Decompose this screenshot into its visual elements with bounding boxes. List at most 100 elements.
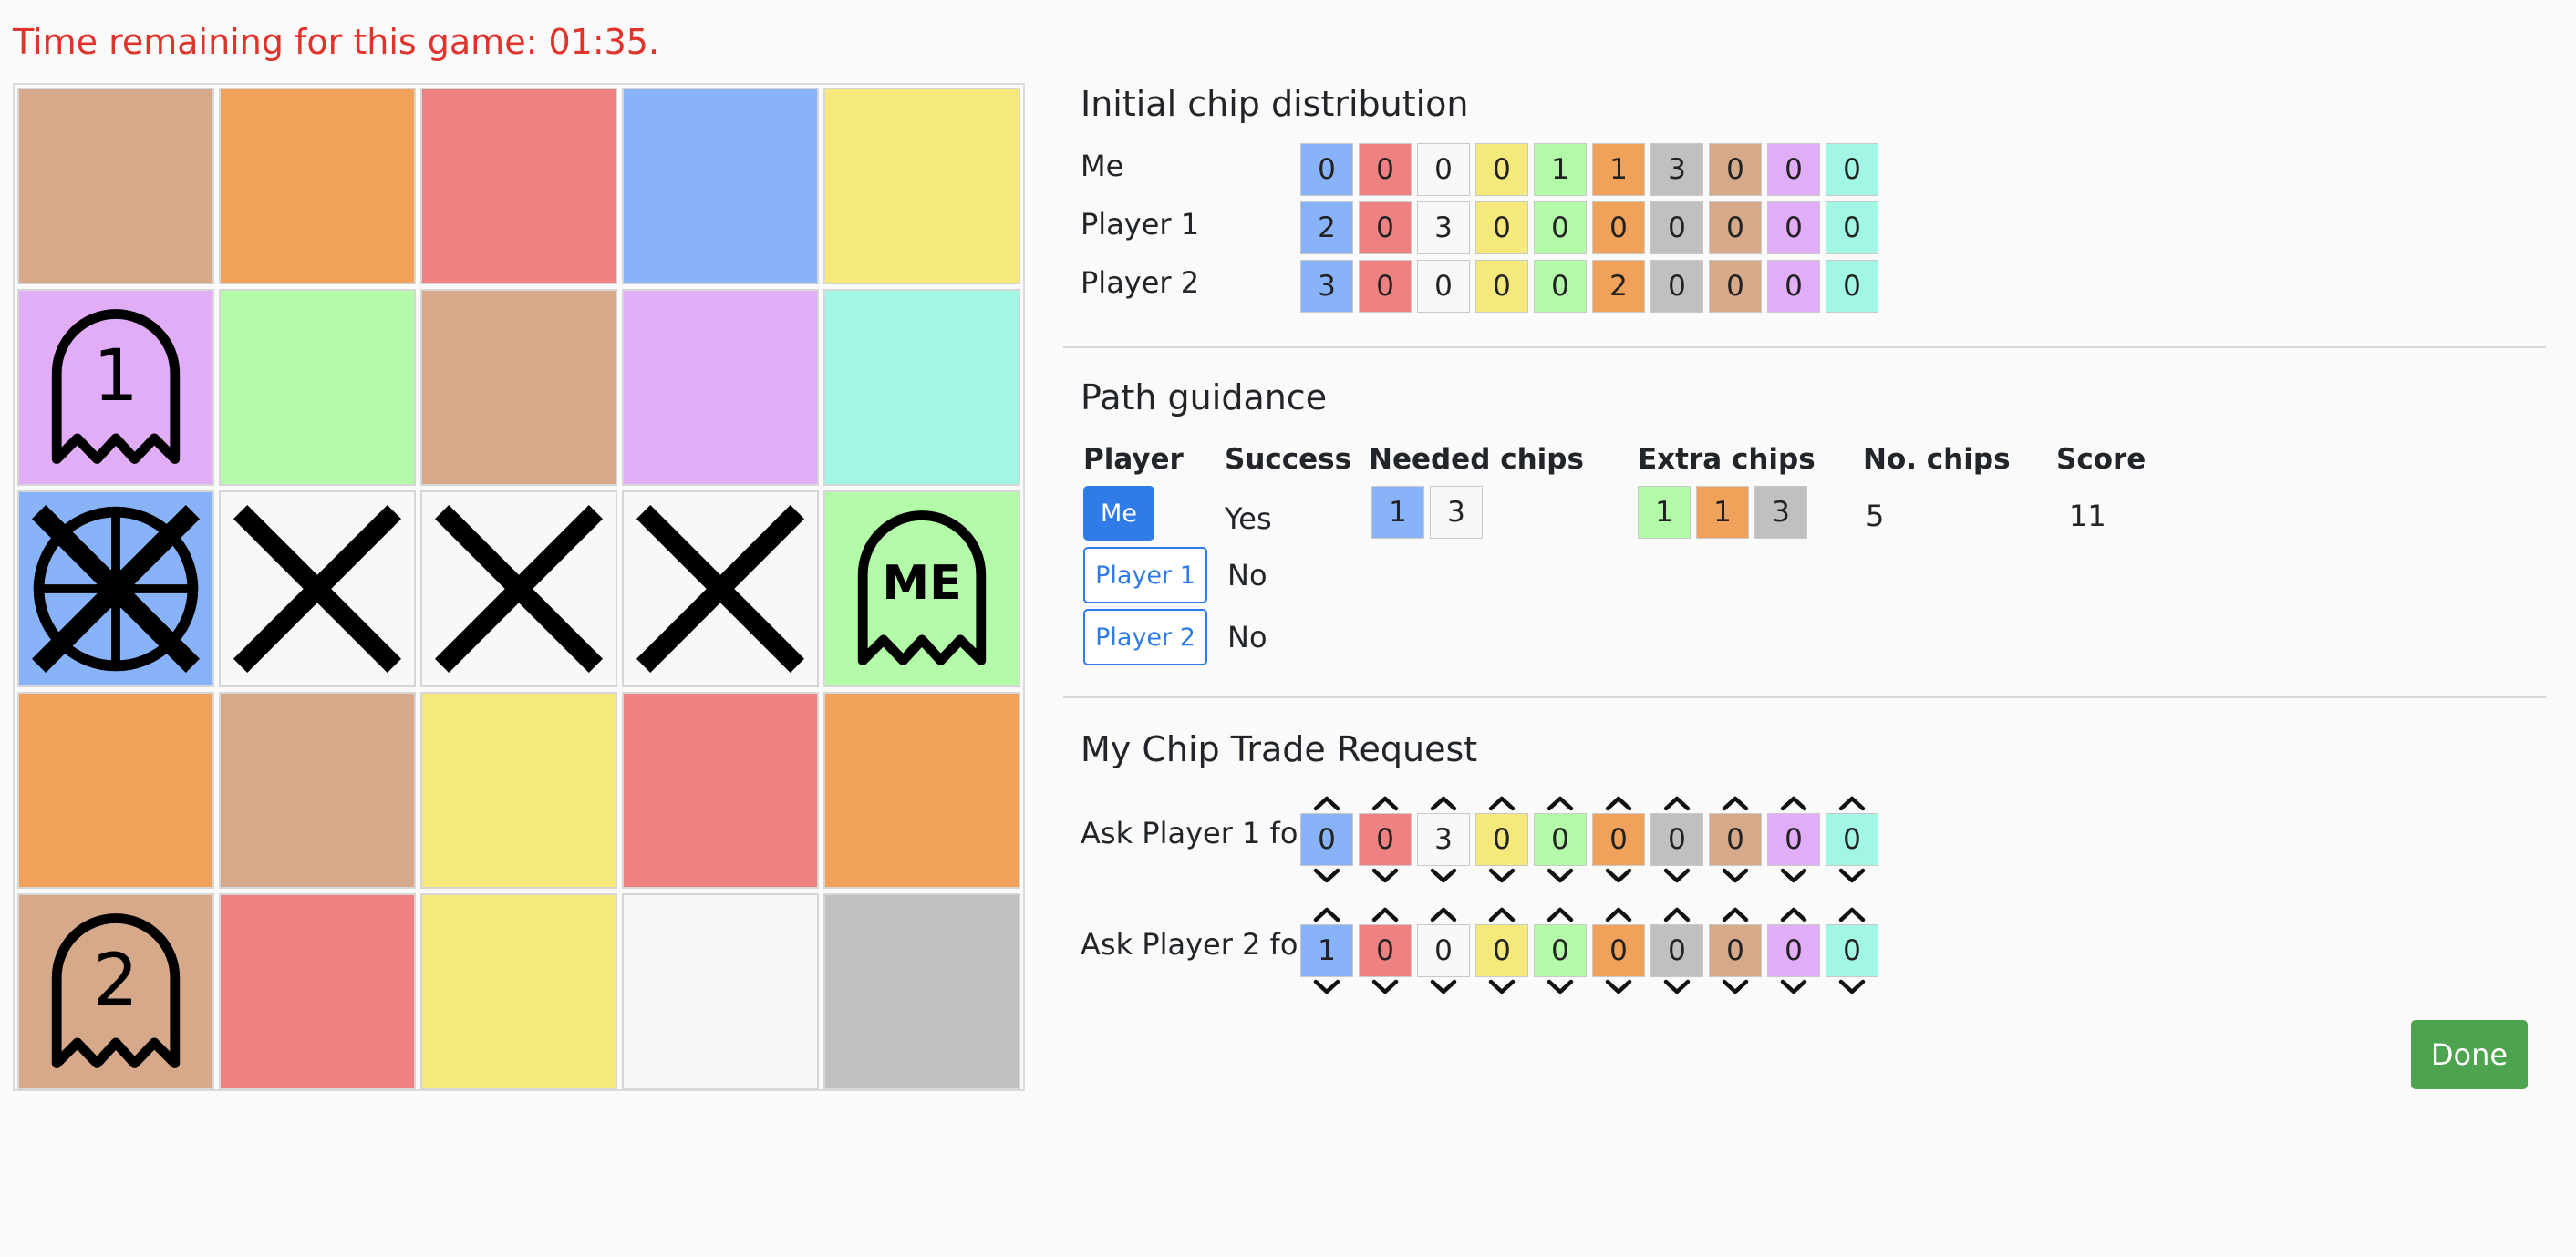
- chip-stepper: 0: [1650, 793, 1703, 886]
- decrement-arrow-icon[interactable]: [1592, 977, 1645, 997]
- trade-title: My Chip Trade Request: [1081, 729, 1478, 769]
- chip-stepper: 0: [1767, 793, 1820, 886]
- increment-arrow-icon[interactable]: [1359, 904, 1412, 924]
- increment-arrow-icon[interactable]: [1300, 793, 1353, 813]
- increment-arrow-icon[interactable]: [1475, 904, 1528, 924]
- increment-arrow-icon[interactable]: [1709, 904, 1762, 924]
- board-cell[interactable]: 1: [17, 289, 214, 486]
- decrement-arrow-icon[interactable]: [1650, 866, 1703, 886]
- decrement-arrow-icon[interactable]: [1709, 977, 1762, 997]
- col-success: Success: [1225, 443, 1352, 476]
- board-cell[interactable]: [823, 692, 1020, 889]
- decrement-arrow-icon[interactable]: [1826, 866, 1878, 886]
- chip-blue: 1: [1371, 486, 1424, 539]
- increment-arrow-icon[interactable]: [1534, 793, 1587, 813]
- board-cell[interactable]: [420, 692, 617, 889]
- increment-arrow-icon[interactable]: [1475, 793, 1528, 813]
- chip-teal: 0: [1826, 143, 1878, 196]
- board-cell[interactable]: [219, 692, 416, 889]
- decrement-arrow-icon[interactable]: [1592, 866, 1645, 886]
- board-cell[interactable]: [17, 490, 214, 687]
- chip-blue: 0: [1300, 813, 1353, 866]
- board-cell[interactable]: [420, 893, 617, 1090]
- board-cell[interactable]: [219, 490, 416, 687]
- chip-green: 0: [1534, 260, 1587, 313]
- board-cell[interactable]: [823, 88, 1020, 284]
- increment-arrow-icon[interactable]: [1417, 793, 1470, 813]
- increment-arrow-icon[interactable]: [1592, 904, 1645, 924]
- chip-tan: 0: [1709, 143, 1762, 196]
- board-cell[interactable]: [219, 893, 416, 1090]
- chip-red: 0: [1359, 143, 1412, 196]
- board-cell[interactable]: [219, 289, 416, 486]
- chip-orange: 0: [1592, 813, 1645, 866]
- decrement-arrow-icon[interactable]: [1359, 866, 1412, 886]
- chip-stepper: 0: [1709, 793, 1762, 886]
- guidance-title: Path guidance: [1081, 377, 1328, 417]
- chip-tan: 0: [1709, 260, 1762, 313]
- board-cell[interactable]: ME: [823, 490, 1020, 687]
- decrement-arrow-icon[interactable]: [1767, 977, 1820, 997]
- chip-stepper: 0: [1359, 793, 1412, 886]
- board-cell[interactable]: [622, 893, 819, 1090]
- board-cell[interactable]: [420, 88, 617, 284]
- decrement-arrow-icon[interactable]: [1534, 866, 1587, 886]
- ghost-label: ME: [882, 556, 962, 611]
- player-button-player-1[interactable]: Player 1: [1083, 547, 1207, 603]
- increment-arrow-icon[interactable]: [1359, 793, 1412, 813]
- board-cell[interactable]: 2: [17, 893, 214, 1090]
- chip-white: 3: [1430, 486, 1483, 539]
- decrement-arrow-icon[interactable]: [1826, 977, 1878, 997]
- board-cell[interactable]: [622, 88, 819, 284]
- decrement-arrow-icon[interactable]: [1767, 866, 1820, 886]
- chip-stepper: 0: [1359, 904, 1412, 997]
- board-cell[interactable]: [420, 289, 617, 486]
- chip-white: 3: [1417, 201, 1470, 254]
- board-cell[interactable]: [622, 289, 819, 486]
- board-cell[interactable]: [17, 88, 214, 284]
- board-cell[interactable]: [622, 490, 819, 687]
- increment-arrow-icon[interactable]: [1767, 793, 1820, 813]
- decrement-arrow-icon[interactable]: [1300, 866, 1353, 886]
- player-button-me[interactable]: Me: [1083, 486, 1154, 541]
- increment-arrow-icon[interactable]: [1826, 793, 1878, 813]
- decrement-arrow-icon[interactable]: [1300, 977, 1353, 997]
- decrement-arrow-icon[interactable]: [1417, 866, 1470, 886]
- player-button-player-2[interactable]: Player 2: [1083, 609, 1207, 665]
- increment-arrow-icon[interactable]: [1592, 793, 1645, 813]
- chip-stepper: 0: [1300, 793, 1353, 886]
- decrement-arrow-icon[interactable]: [1475, 977, 1528, 997]
- decrement-arrow-icon[interactable]: [1650, 977, 1703, 997]
- decrement-arrow-icon[interactable]: [1709, 866, 1762, 886]
- chip-green: 0: [1534, 201, 1587, 254]
- decrement-arrow-icon[interactable]: [1534, 977, 1587, 997]
- board-cell[interactable]: [823, 289, 1020, 486]
- done-button[interactable]: Done: [2411, 1020, 2528, 1089]
- decrement-arrow-icon[interactable]: [1359, 977, 1412, 997]
- board-cell[interactable]: [17, 692, 214, 889]
- increment-arrow-icon[interactable]: [1709, 793, 1762, 813]
- increment-arrow-icon[interactable]: [1534, 904, 1587, 924]
- col-score: Score: [2056, 443, 2147, 476]
- increment-arrow-icon[interactable]: [1826, 904, 1878, 924]
- increment-arrow-icon[interactable]: [1300, 904, 1353, 924]
- ghost-label: 2: [93, 940, 139, 1022]
- chip-stepper: 0: [1826, 793, 1878, 886]
- board-cell[interactable]: [420, 490, 617, 687]
- increment-arrow-icon[interactable]: [1417, 904, 1470, 924]
- distribution-row-label: Me: [1081, 149, 1124, 183]
- decrement-arrow-icon[interactable]: [1417, 977, 1470, 997]
- col-player: Player: [1083, 443, 1184, 476]
- decrement-arrow-icon[interactable]: [1475, 866, 1528, 886]
- chip-purple: 0: [1767, 201, 1820, 254]
- increment-arrow-icon[interactable]: [1650, 793, 1703, 813]
- board-cell[interactable]: [622, 692, 819, 889]
- increment-arrow-icon[interactable]: [1767, 904, 1820, 924]
- chip-blue: 2: [1300, 201, 1353, 254]
- increment-arrow-icon[interactable]: [1650, 904, 1703, 924]
- divider: [1063, 346, 2546, 348]
- trade-row-label: Ask Player 1 for:: [1081, 816, 1319, 850]
- board-cell[interactable]: [823, 893, 1020, 1090]
- board-cell[interactable]: [219, 88, 416, 284]
- game-board: 1 ME 2: [13, 83, 1025, 1091]
